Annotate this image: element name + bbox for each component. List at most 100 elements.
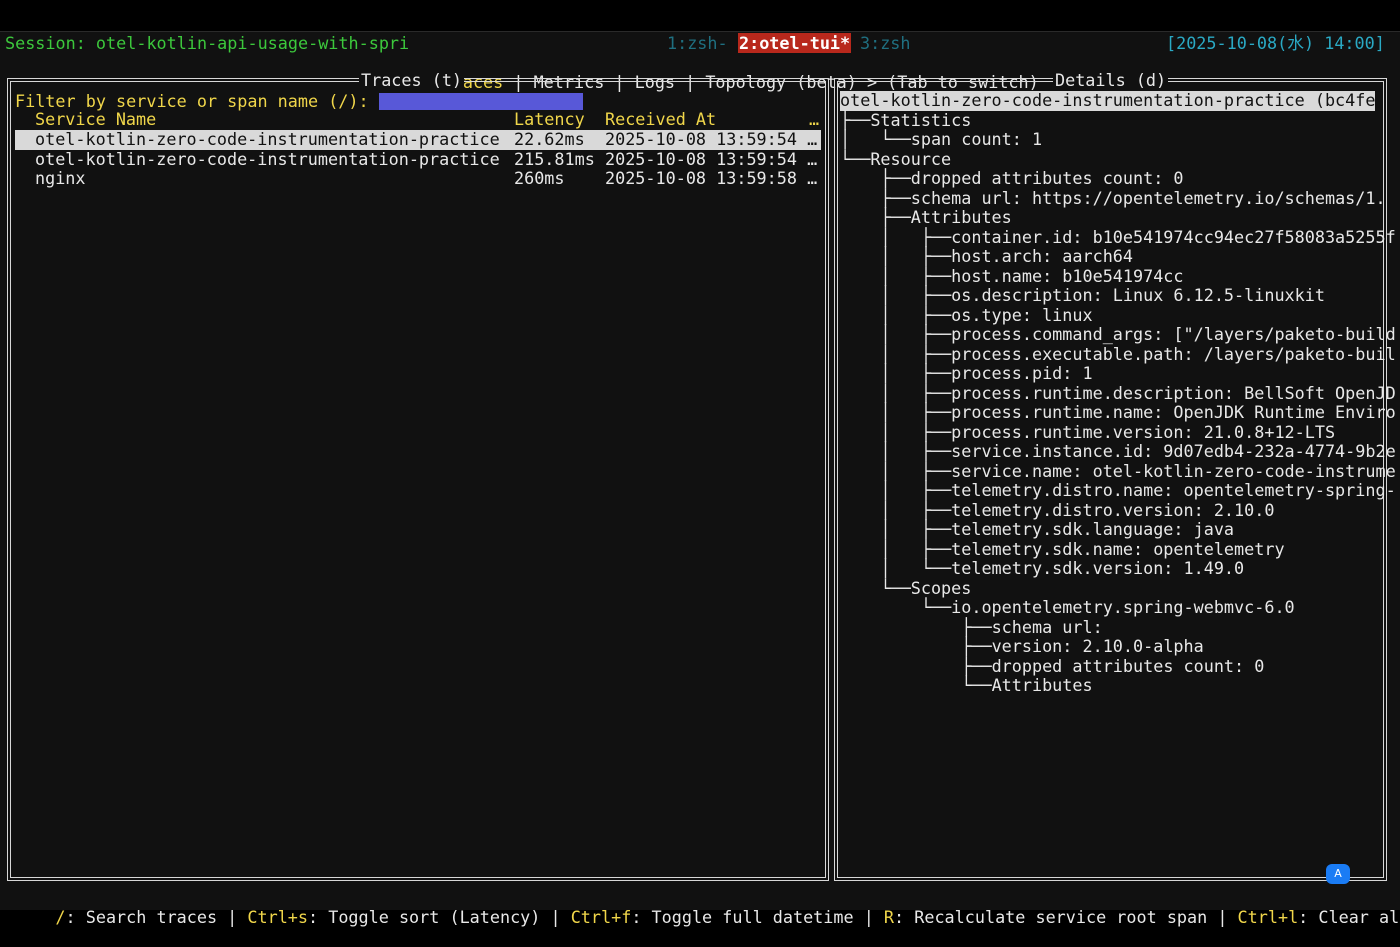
tree-branch: │ ├── — [840, 246, 952, 266]
tree-node[interactable]: │ ├──os.description: Linux 6.12.5-linuxk… — [840, 285, 1325, 306]
tree-branch: │ ├── — [840, 265, 952, 286]
help-key: Ctrl+s — [247, 907, 309, 927]
tree-node[interactable]: ├──schema url: — [840, 617, 1102, 638]
tree-node-label: process.runtime.name: OpenJDK Runtime En… — [951, 402, 1396, 422]
tree-node-label: io.opentelemetry.spring-webmvc-6.0 — [951, 597, 1295, 617]
tree-branch: │ └── — [840, 558, 952, 578]
tree-branch: ├── — [840, 655, 992, 676]
tree-branch: ├── — [840, 168, 911, 188]
tree-node-label: service.name: otel-kotlin-zero-code-inst… — [951, 460, 1396, 481]
tree-branch: │ ├── — [840, 421, 952, 442]
row-service: nginx — [35, 168, 86, 188]
row-latency: 22.62ms — [514, 129, 585, 149]
tree-node[interactable]: ├──version: 2.10.0-alpha — [840, 636, 1204, 657]
terminal-window: Session: otel-kotlin-api-usage-with-spri… — [0, 31, 1400, 927]
row-service: otel-kotlin-zero-code-instrumentation-pr… — [35, 148, 500, 169]
tree-branch: │ ├── — [840, 519, 952, 539]
row-received: 2025-10-08 13:59:54 … — [605, 129, 818, 149]
filter-input[interactable] — [378, 93, 583, 110]
tree-branch: └── — [840, 577, 911, 598]
tree-node-label: version: 2.10.0-alpha — [991, 636, 1204, 656]
tree-branch: │ ├── — [840, 460, 952, 481]
row-latency: 260ms — [514, 168, 565, 188]
tree-branch: │ └── — [840, 129, 911, 149]
tmux-window-1[interactable]: 1:zsh- — [667, 33, 728, 53]
tree-node-label: host.name: b10e541974cc — [951, 265, 1184, 286]
tree-node[interactable]: │ ├──telemetry.sdk.name: opentelemetry — [840, 538, 1285, 560]
tree-node-label: os.type: linux — [951, 304, 1093, 325]
tree-branch: │ ├── — [840, 402, 952, 422]
table-row[interactable]: nginx 260ms 2025-10-08 13:59:58 … — [15, 168, 821, 189]
details-root-node[interactable]: otel-kotlin-zero-code-instrumentation-pr… — [840, 90, 1376, 111]
tree-node[interactable]: │ ├──telemetry.sdk.language: java — [840, 519, 1234, 540]
tree-node[interactable]: └──Resource — [840, 148, 952, 170]
tree-node-label: process.executable.path: /layers/paketo-… — [951, 343, 1396, 364]
row-latency: 215.81ms — [514, 148, 595, 169]
table-row[interactable]: otel-kotlin-zero-code-instrumentation-pr… — [15, 148, 821, 170]
help-key: Ctrl+f — [570, 907, 632, 927]
column-latency[interactable]: Latency — [514, 109, 585, 130]
tree-branch: ├── — [840, 109, 871, 130]
details-panel: Details (d) otel-kotlin-zero-code-instru… — [834, 70, 1396, 881]
tree-branch: │ ├── — [840, 538, 952, 559]
filter-label: Filter by service or span name (/): — [15, 91, 583, 111]
input-method-badge[interactable]: A — [1326, 864, 1350, 884]
column-service-name[interactable]: Service Name — [35, 109, 156, 130]
tree-node-label: schema url: https://opentelemetry.io/sch… — [910, 187, 1386, 208]
tree-node-label: Statistics — [870, 109, 972, 130]
tree-node[interactable]: │ ├──host.name: b10e541974cc — [840, 265, 1184, 287]
tree-node[interactable]: │ ├──telemetry.distro.name: opentelemetr… — [840, 480, 1396, 501]
help-desc: : Recalculate service root span | — [894, 907, 1238, 927]
tree-node[interactable]: ├──dropped attributes count: 0 — [840, 168, 1183, 189]
tree-node[interactable]: ├──Statistics — [840, 109, 972, 131]
traces-panel: Traces (t) Filter by service or span nam… — [7, 70, 829, 881]
tmux-window-3[interactable]: 3:zsh — [860, 33, 911, 53]
tree-node-label: service.instance.id: 9d07edb4-232a-4774-… — [951, 441, 1396, 461]
tree-branch: │ ├── — [840, 226, 952, 247]
tree-node-label: telemetry.sdk.name: opentelemetry — [951, 538, 1285, 559]
tree-node[interactable]: │ ├──process.runtime.name: OpenJDK Runti… — [840, 402, 1396, 423]
tree-node[interactable]: │ ├──os.type: linux — [840, 304, 1093, 326]
tree-node-label: dropped attributes count: 0 — [991, 655, 1265, 676]
tree-node[interactable]: └──Attributes — [840, 675, 1092, 696]
tree-node[interactable]: │ ├──telemetry.distro.version: 2.10.0 — [840, 499, 1275, 521]
tree-node[interactable]: │ ├──process.runtime.version: 21.0.8+12-… — [840, 421, 1335, 443]
traces-panel-title: Traces (t) — [359, 70, 465, 90]
tree-node[interactable]: │ ├──service.instance.id: 9d07edb4-232a-… — [840, 441, 1396, 462]
tree-node[interactable]: ├──schema url: https://opentelemetry.io/… — [840, 187, 1386, 209]
row-received: 2025-10-08 13:59:58 … — [605, 168, 818, 188]
clock: [2025-10-08(水) 14:00] — [1166, 33, 1385, 53]
details-panel-title: Details (d) — [1053, 70, 1169, 90]
tree-node-label: Resource — [870, 148, 952, 169]
tree-branch: ├── — [840, 187, 911, 208]
tree-node[interactable]: │ ├──process.command_args: ["/layers/pak… — [840, 324, 1395, 345]
tmux-window-2-active[interactable]: 2:otel-tui* — [738, 33, 852, 53]
column-received-at[interactable]: Received At — [605, 109, 716, 130]
tree-node[interactable]: │ └──telemetry.sdk.version: 1.49.0 — [840, 558, 1245, 579]
tree-node[interactable]: │ └──span count: 1 — [840, 129, 1042, 150]
tree-branch: │ ├── — [840, 324, 952, 344]
tree-node-label: os.description: Linux 6.12.5-linuxkit — [951, 285, 1325, 305]
tree-branch: │ ├── — [840, 285, 952, 305]
tree-node-label: process.runtime.description: BellSoft Op… — [951, 382, 1396, 403]
tree-node-label: telemetry.sdk.version: 1.49.0 — [951, 558, 1245, 578]
tree-branch: │ ├── — [840, 382, 952, 403]
tree-node[interactable]: ├──dropped attributes count: 0 — [840, 655, 1265, 677]
tree-branch: └── — [840, 148, 871, 169]
tree-branch: │ ├── — [840, 480, 952, 500]
help-key: Ctrl+l — [1237, 907, 1299, 927]
tree-node-label: telemetry.distro.name: opentelemetry-spr… — [951, 480, 1396, 500]
tree-node[interactable]: └──Scopes — [840, 577, 971, 599]
tree-node[interactable]: ├──Attributes — [840, 207, 1011, 228]
table-header: Service Name Latency Received At … — [15, 109, 821, 130]
tree-node[interactable]: │ ├──container.id: b10e541974cc94ec27f58… — [840, 226, 1395, 248]
tree-node[interactable]: │ ├──host.arch: aarch64 — [840, 246, 1133, 267]
tree-node[interactable]: │ ├──service.name: otel-kotlin-zero-code… — [840, 460, 1396, 482]
tree-node[interactable]: │ ├──process.executable.path: /layers/pa… — [840, 343, 1396, 365]
tree-node[interactable]: │ ├──process.runtime.description: BellSo… — [840, 382, 1396, 404]
tree-node[interactable]: │ ├──process.pid: 1 — [840, 363, 1092, 384]
tree-node[interactable]: └──io.opentelemetry.spring-webmvc-6.0 — [840, 597, 1295, 618]
table-row[interactable]: otel-kotlin-zero-code-instrumentation-pr… — [15, 129, 821, 150]
tree-branch: │ ├── — [840, 441, 952, 461]
tree-node-label: telemetry.distro.version: 2.10.0 — [951, 499, 1275, 520]
